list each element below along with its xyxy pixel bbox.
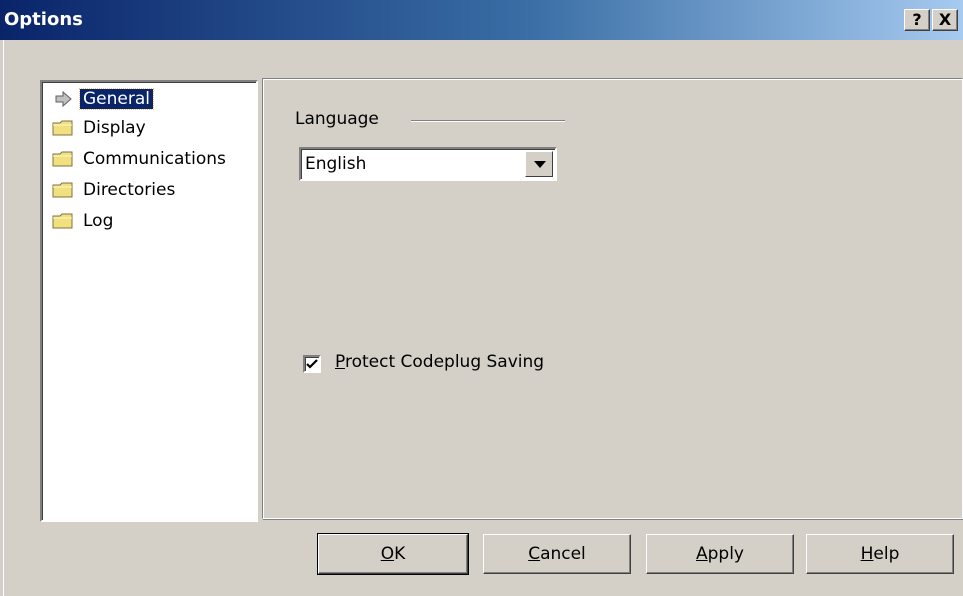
tree-item-display[interactable]: Display <box>52 115 149 141</box>
tree-item-general[interactable]: General <box>52 86 154 112</box>
folder-icon <box>52 151 73 167</box>
arrow-icon <box>55 90 72 108</box>
apply-button[interactable]: Apply <box>646 534 794 574</box>
language-select[interactable]: English <box>299 147 557 181</box>
language-select-value: English <box>305 154 367 174</box>
options-dialog: Options ? X General Display Communicatio… <box>0 0 963 596</box>
close-button[interactable]: X <box>932 9 958 31</box>
window-frame <box>0 40 4 596</box>
cancel-button[interactable]: Cancel <box>483 534 631 574</box>
tree-item-directories[interactable]: Directories <box>52 177 178 203</box>
protect-codeplug-checkbox[interactable] <box>303 355 321 373</box>
tree-item-label: Directories <box>83 180 176 200</box>
folder-icon <box>52 120 73 136</box>
mnemonic: H <box>860 544 874 564</box>
dialog-client: General Display Communications Directori… <box>10 52 963 596</box>
button-label: pply <box>707 544 744 564</box>
protect-codeplug-label[interactable]: Protect Codeplug Saving <box>335 352 544 372</box>
language-divider <box>411 120 565 122</box>
button-label: elp <box>873 544 900 564</box>
help-button[interactable]: Help <box>806 534 954 574</box>
help-title-button[interactable]: ? <box>904 9 930 31</box>
tree-item-label: Display <box>83 118 146 138</box>
tree-item-label: Communications <box>83 149 226 169</box>
tree-item-label: General <box>79 88 154 110</box>
mnemonic: O <box>380 544 395 564</box>
checkmark-icon <box>306 359 318 369</box>
folder-icon <box>52 182 73 198</box>
dropdown-button[interactable] <box>525 151 553 177</box>
label-text: rotect Codeplug Saving <box>344 352 545 372</box>
tree-item-label: Log <box>83 211 114 231</box>
chevron-down-icon <box>534 161 546 168</box>
language-label: Language <box>295 109 379 129</box>
mnemonic: C <box>528 544 541 564</box>
options-tree[interactable]: General Display Communications Directori… <box>40 80 258 522</box>
window-title: Options <box>4 9 83 30</box>
tree-item-log[interactable]: Log <box>52 208 116 234</box>
button-label: K <box>394 544 406 564</box>
folder-icon <box>52 213 73 229</box>
general-settings-panel: Language English Protect Codeplug Saving <box>262 78 963 519</box>
ok-button[interactable]: OK <box>317 533 469 575</box>
mnemonic: P <box>335 352 345 372</box>
mnemonic: A <box>695 544 708 564</box>
button-label: ancel <box>540 544 586 564</box>
title-bar[interactable]: Options ? X <box>0 0 963 40</box>
tree-item-communications[interactable]: Communications <box>52 146 229 172</box>
